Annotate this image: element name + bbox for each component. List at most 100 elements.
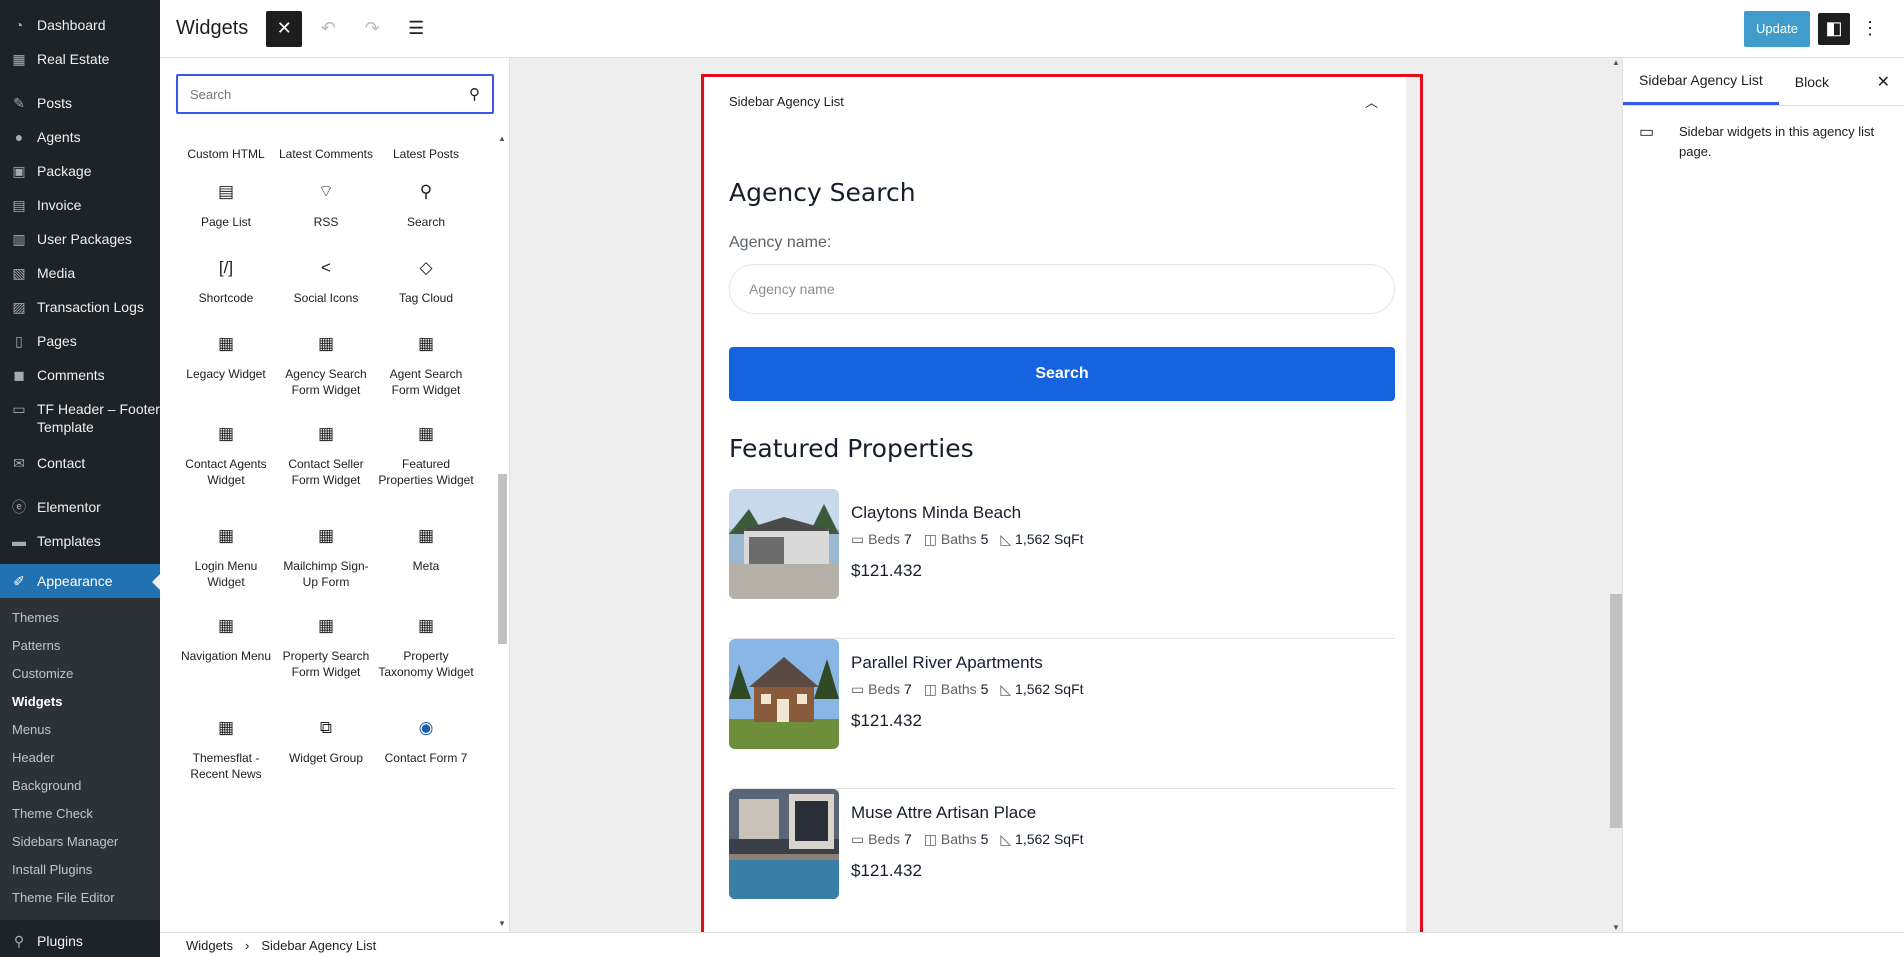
close-icon: ✕	[276, 18, 292, 38]
block-item[interactable]: ⚲ Search	[376, 178, 476, 230]
block-row: ▭Custom HTML▭Latest Comments—Latest Post…	[176, 118, 476, 162]
block-item[interactable]: ◉ Contact Form 7	[376, 714, 476, 782]
menu-posts[interactable]: ✎ Posts	[0, 86, 160, 120]
block-search-input[interactable]: Search ⚲	[176, 74, 494, 114]
block-item[interactable]: < Social Icons	[276, 254, 376, 306]
property-image[interactable]	[729, 789, 839, 899]
canvas-scroll-thumb[interactable]	[1610, 594, 1622, 828]
block-item[interactable]: ▦ Contact Agents Widget	[176, 420, 276, 488]
property-name[interactable]: Muse Attre Artisan Place	[851, 803, 1036, 823]
menu-package[interactable]: ▣ Package	[0, 154, 160, 188]
block-item[interactable]: —Latest Posts	[376, 118, 476, 162]
property-image[interactable]	[729, 639, 839, 749]
menu-transaction-logs[interactable]: ▨ Transaction Logs	[0, 290, 160, 324]
tab-sidebar-agency-list[interactable]: Sidebar Agency List	[1623, 58, 1779, 105]
menu-media[interactable]: ▧ Media	[0, 256, 160, 290]
breadcrumb: Widgets › Sidebar Agency List	[160, 932, 1904, 957]
scroll-down-icon[interactable]: ▼	[1612, 923, 1620, 932]
list-view-button[interactable]: ☰	[398, 11, 434, 47]
submenu-customize[interactable]: Customize	[0, 660, 160, 688]
menu-user-packages[interactable]: ▥ User Packages	[0, 222, 160, 256]
block-item[interactable]: ▦ Property Search Form Widget	[276, 612, 376, 680]
menu-comments[interactable]: ◼ Comments	[0, 358, 160, 392]
submenu-background[interactable]: Background	[0, 772, 160, 800]
block-item[interactable]: ▤ Page List	[176, 178, 276, 230]
property-item[interactable]: Parallel River Apartments ▭ Beds 7 ◫ Bat…	[729, 639, 1395, 789]
block-item[interactable]: [/] Shortcode	[176, 254, 276, 306]
chevron-up-icon[interactable]: ︿	[1365, 92, 1378, 111]
property-item[interactable]: Claytons Minda Beach ▭ Beds 7 ◫ Baths 5 …	[729, 489, 1395, 639]
brush-icon: ✐	[13, 572, 25, 589]
agency-search-button[interactable]: Search	[729, 347, 1395, 401]
block-item[interactable]: ▦ Property Taxonomy Widget	[376, 612, 476, 680]
canvas-scrollbar[interactable]: ▲ ▼	[1610, 58, 1622, 932]
block-item[interactable]: ▭Custom HTML	[176, 118, 276, 162]
redo-button[interactable]: ↷	[354, 11, 390, 47]
inserter-scroll-thumb[interactable]	[498, 474, 507, 644]
close-inserter-button[interactable]: ✕	[266, 10, 303, 47]
area-value: 1,562 SqFt	[1015, 681, 1084, 697]
block-item[interactable]: ▦ Navigation Menu	[176, 612, 276, 680]
submenu-header[interactable]: Header	[0, 744, 160, 772]
submenu-install-plugins[interactable]: Install Plugins	[0, 856, 160, 884]
undo-button[interactable]: ↶	[310, 11, 346, 47]
agency-name-input[interactable]: Agency name	[729, 264, 1395, 314]
submenu-menus[interactable]: Menus	[0, 716, 160, 744]
widget-area[interactable]: Sidebar Agency List ︿ Agency Search Agen…	[705, 74, 1406, 932]
block-item[interactable]: ◇ Tag Cloud	[376, 254, 476, 306]
menu-tf-header-footer[interactable]: ▭ TF Header – Footer Template	[0, 392, 160, 446]
menu-plugins[interactable]: ⚲ Plugins	[0, 924, 160, 957]
scroll-down-icon[interactable]: ▼	[498, 919, 506, 928]
submenu-theme-check[interactable]: Theme Check	[0, 800, 160, 828]
template-icon: ▭	[12, 400, 26, 417]
property-image[interactable]	[729, 489, 839, 599]
property-item[interactable]: Muse Attre Artisan Place ▭ Beds 7 ◫ Bath…	[729, 789, 1395, 932]
tab-block[interactable]: Block	[1779, 58, 1845, 105]
scroll-up-icon[interactable]: ▲	[1612, 58, 1620, 67]
menu-dashboard[interactable]: ◔ Dashboard	[0, 8, 160, 42]
block-item[interactable]: ▦ Agent Search Form Widget	[376, 330, 476, 398]
options-button[interactable]: ⋮	[1858, 11, 1882, 47]
update-button[interactable]: Update	[1744, 10, 1810, 47]
submenu-patterns[interactable]: Patterns	[0, 632, 160, 660]
submenu-sidebars-manager[interactable]: Sidebars Manager	[0, 828, 160, 856]
block-item[interactable]: ▦ Legacy Widget	[176, 330, 276, 398]
block-item[interactable]: ⌔ RSS	[276, 178, 376, 230]
menu-pages[interactable]: ▯ Pages	[0, 324, 160, 358]
block-row: ▦ Navigation Menu ▦ Property Search Form Wi…	[176, 612, 476, 680]
block-item[interactable]: ▦ Mailchimp Sign-Up Form	[276, 522, 376, 590]
block-item[interactable]: ▦ Meta	[376, 522, 476, 590]
block-item[interactable]: ▦ Featured Properties Widget	[376, 420, 476, 488]
breadcrumb-sidebar-agency-list[interactable]: Sidebar Agency List	[261, 938, 376, 953]
package-icon: ▣	[12, 162, 26, 179]
scroll-up-icon[interactable]: ▲	[498, 134, 506, 143]
property-name[interactable]: Parallel River Apartments	[851, 653, 1043, 673]
property-name[interactable]: Claytons Minda Beach	[851, 503, 1021, 523]
block-item[interactable]: ▦ Contact Seller Form Widget	[276, 420, 376, 488]
block-item[interactable]: ▦ Login Menu Widget	[176, 522, 276, 590]
menu-templates[interactable]: ▬ Templates	[0, 524, 160, 558]
menu-appearance[interactable]: ✐ Appearance	[0, 564, 160, 598]
block-item[interactable]: ▦ Agency Search Form Widget	[276, 330, 376, 398]
widget-area-title[interactable]: Sidebar Agency List	[729, 94, 844, 109]
breadcrumb-widgets[interactable]: Widgets	[186, 938, 233, 953]
menu-agents[interactable]: ● Agents	[0, 120, 160, 154]
block-item[interactable]: ▭Latest Comments	[276, 118, 376, 162]
block-inserter: Search ⚲ ▭Custom HTML▭Latest Comments—La…	[160, 58, 510, 932]
block-item-label: Property Search Form Widget	[282, 649, 370, 679]
settings-toggle-button[interactable]: ◧	[1818, 12, 1850, 45]
menu-invoice[interactable]: ▤ Invoice	[0, 188, 160, 222]
submenu-theme-file-editor[interactable]: Theme File Editor	[0, 884, 160, 912]
calendar-icon: ▦	[317, 526, 335, 545]
block-item[interactable]: ▦ Themesflat - Recent News	[176, 714, 276, 782]
folder-icon: ▬	[12, 533, 26, 549]
close-settings-button[interactable]: ✕	[1877, 58, 1904, 105]
menu-elementor[interactable]: ⓔ Elementor	[0, 490, 160, 524]
submenu-widgets[interactable]: Widgets	[0, 688, 160, 716]
menu-contact[interactable]: ✉ Contact	[0, 446, 160, 480]
block-item[interactable]: ⧉ Widget Group	[276, 714, 376, 782]
menu-real-estate[interactable]: ▦ Real Estate	[0, 42, 160, 76]
submenu-themes[interactable]: Themes	[0, 604, 160, 632]
pages-icon: ▯	[15, 332, 23, 349]
inserter-scrollbar[interactable]: ▲ ▼	[496, 134, 508, 928]
